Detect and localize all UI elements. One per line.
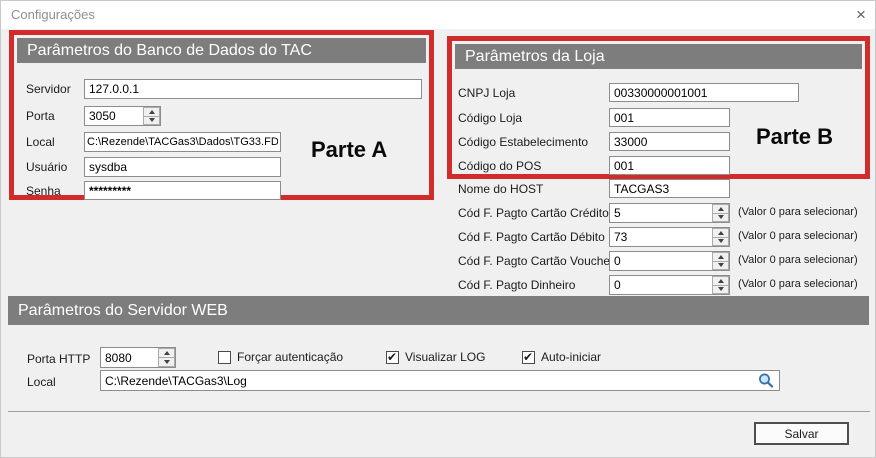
codigo-pos-input[interactable] — [609, 156, 730, 175]
forcar-autenticacao-checkbox-row: Forçar autenticação — [218, 350, 343, 364]
cod-dinheiro-up-icon[interactable] — [712, 276, 729, 286]
cod-dinheiro-input[interactable] — [610, 276, 712, 294]
visualizar-log-label: Visualizar LOG — [405, 350, 486, 364]
codigo-loja-input[interactable] — [609, 108, 730, 127]
senha-input[interactable] — [84, 181, 281, 200]
forcar-autenticacao-label: Forçar autenticação — [237, 350, 344, 364]
cod-debito-spinner — [609, 227, 730, 247]
porta-down-icon[interactable] — [143, 116, 160, 125]
nome-host-input[interactable] — [609, 179, 730, 198]
cod-voucher-down-icon[interactable] — [712, 261, 729, 270]
search-icon[interactable] — [757, 372, 775, 390]
local-web-input[interactable] — [100, 370, 780, 391]
cod-debito-up-icon[interactable] — [712, 228, 729, 238]
cod-debito-down-icon[interactable] — [712, 237, 729, 246]
visualizar-log-checkbox-row: Visualizar LOG — [386, 350, 485, 364]
auto-iniciar-checkbox[interactable] — [522, 350, 535, 364]
visualizar-log-checkbox[interactable] — [386, 350, 399, 364]
cod-dinheiro-label: Cód F. Pagto Dinheiro — [458, 278, 576, 292]
servidor-input[interactable] — [84, 79, 422, 99]
porta-http-input[interactable] — [101, 348, 158, 367]
usuario-input[interactable] — [84, 157, 281, 177]
forcar-autenticacao-checkbox[interactable] — [218, 350, 231, 364]
cnpj-label: CNPJ Loja — [458, 86, 516, 100]
configuracoes-dialog: Configurações × Parâmetros do Banco de D… — [0, 0, 876, 458]
porta-input[interactable] — [85, 107, 143, 125]
cod-credito-up-icon[interactable] — [712, 204, 729, 214]
cod-credito-spinner — [609, 203, 730, 223]
porta-label: Porta — [26, 109, 55, 123]
cod-credito-note: (Valor 0 para selecionar) — [738, 206, 858, 218]
section-header-loja: Parâmetros da Loja — [455, 44, 862, 69]
cod-debito-note: (Valor 0 para selecionar) — [738, 230, 858, 242]
close-icon[interactable]: × — [849, 3, 873, 27]
local-web-label: Local — [27, 375, 56, 389]
usuario-label: Usuário — [26, 160, 68, 174]
porta-spinner — [84, 106, 161, 126]
window-title: Configurações — [11, 7, 95, 22]
servidor-label: Servidor — [26, 82, 71, 96]
auto-iniciar-label: Auto-iniciar — [541, 350, 602, 364]
codigo-estab-label: Código Estabelecimento — [458, 135, 589, 149]
cod-voucher-note: (Valor 0 para selecionar) — [738, 254, 858, 266]
auto-iniciar-checkbox-row: Auto-iniciar — [522, 350, 601, 364]
local-db-input[interactable] — [84, 132, 281, 152]
nome-host-label: Nome do HOST — [458, 182, 544, 196]
save-button[interactable]: Salvar — [754, 422, 849, 445]
codigo-pos-label: Código do POS — [458, 159, 542, 173]
cod-dinheiro-spinner — [609, 275, 730, 295]
cod-debito-input[interactable] — [610, 228, 712, 246]
cod-credito-down-icon[interactable] — [712, 213, 729, 222]
cod-voucher-spinner — [609, 251, 730, 271]
cod-credito-label: Cód F. Pagto Cartão Crédito — [458, 206, 609, 220]
section-header-tac: Parâmetros do Banco de Dados do TAC — [17, 38, 426, 63]
codigo-estab-input[interactable] — [609, 132, 730, 151]
cod-debito-label: Cód F. Pagto Cartão Débito — [458, 230, 605, 244]
codigo-loja-label: Código Loja — [458, 111, 523, 125]
senha-label: Senha — [26, 184, 61, 198]
parte-a-annotation: Parte A — [311, 137, 388, 162]
section-header-web: Parâmetros do Servidor WEB — [8, 296, 869, 325]
porta-http-label: Porta HTTP — [27, 352, 91, 366]
cod-voucher-up-icon[interactable] — [712, 252, 729, 262]
parte-b-annotation: Parte B — [756, 124, 834, 149]
porta-http-spinner — [100, 347, 176, 368]
cod-voucher-label: Cód F. Pagto Cartão Voucher — [458, 254, 615, 268]
footer-divider — [8, 411, 870, 412]
cod-dinheiro-down-icon[interactable] — [712, 285, 729, 294]
cod-credito-input[interactable] — [610, 204, 712, 222]
porta-http-down-icon[interactable] — [158, 358, 175, 367]
cod-dinheiro-note: (Valor 0 para selecionar) — [738, 278, 858, 290]
porta-up-icon[interactable] — [143, 107, 160, 117]
cnpj-input[interactable] — [609, 83, 799, 102]
titlebar: Configurações × — [1, 1, 875, 29]
porta-http-up-icon[interactable] — [158, 348, 175, 358]
local-db-label: Local — [26, 135, 55, 149]
cod-voucher-input[interactable] — [610, 252, 712, 270]
